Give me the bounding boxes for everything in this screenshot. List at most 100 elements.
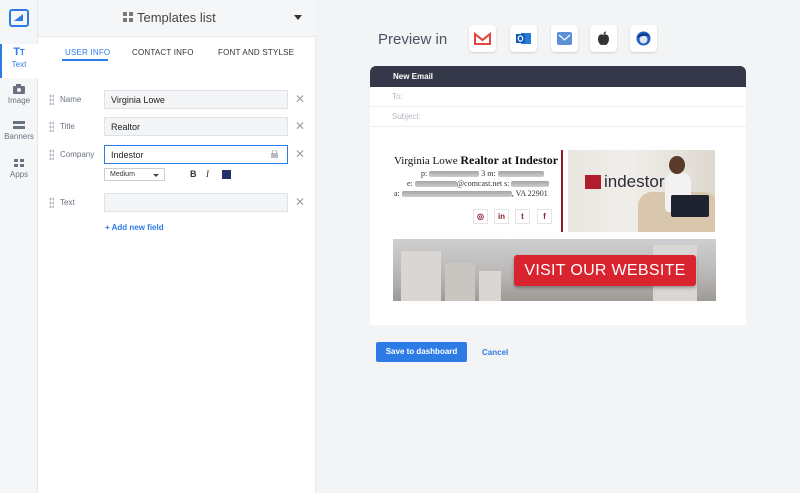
signature-title: Realtor at Indestor — [460, 153, 559, 167]
building-graphic — [479, 271, 501, 301]
rail-item-label: Banners — [4, 132, 34, 141]
drag-handle-icon[interactable] — [49, 94, 54, 105]
field-label: Title — [60, 122, 75, 131]
client-gmail[interactable] — [469, 25, 496, 52]
text-input[interactable] — [104, 193, 288, 212]
name-input[interactable] — [104, 90, 288, 109]
redacted-text — [511, 181, 550, 188]
rail-item-label: Apps — [9, 170, 29, 179]
close-icon[interactable]: ✕ — [295, 120, 305, 132]
rail-item-image[interactable]: Image — [0, 80, 38, 114]
visit-website-button[interactable]: VISIT OUR WEBSITE — [514, 255, 696, 286]
signature-divider — [561, 150, 563, 232]
rail-item-apps[interactable]: Apps — [0, 154, 38, 188]
client-outlook[interactable] — [510, 25, 537, 52]
signature-name: Virginia Lowe — [394, 155, 458, 167]
tab-font-and-style[interactable]: FONT AND STYLSE — [218, 48, 294, 57]
rail-item-label: Image — [7, 96, 31, 105]
italic-button[interactable]: I — [206, 169, 209, 179]
rail-item-text[interactable]: TT Text — [0, 44, 38, 78]
email-domain: @comcast.net s: — [456, 179, 510, 188]
client-thunderbird[interactable] — [630, 25, 657, 52]
camera-icon — [13, 84, 25, 94]
company-input[interactable] — [104, 145, 288, 164]
drag-handle-icon[interactable] — [49, 121, 54, 132]
drag-handle-icon[interactable] — [49, 197, 54, 208]
client-apple-mail[interactable] — [551, 25, 578, 52]
apps-icon — [14, 159, 24, 167]
website-banner[interactable]: VISIT OUR WEBSITE — [393, 239, 716, 301]
tab-underline — [62, 59, 108, 61]
grid-icon — [123, 12, 133, 22]
phone-prefix: p: — [421, 169, 428, 178]
signature-phone: p: 3 m: — [421, 169, 544, 178]
tab-user-info[interactable]: USER INFO — [65, 48, 110, 57]
format-toolbar: Medium B I — [104, 168, 304, 182]
outlook-icon — [516, 33, 531, 44]
redacted-text — [401, 191, 512, 198]
thunderbird-icon — [636, 31, 651, 46]
email-titlebar: New Email — [370, 66, 746, 87]
email-prefix: e: — [407, 179, 413, 188]
field-label: Text — [60, 198, 75, 207]
to-label: To: — [392, 92, 403, 101]
app: TT Text Image Banners Apps Templates lis… — [0, 0, 800, 493]
facebook-icon[interactable]: f — [537, 209, 552, 224]
color-swatch[interactable] — [222, 170, 231, 179]
twitter-icon[interactable]: t — [515, 209, 530, 224]
brand-photo: indestor — [568, 150, 715, 232]
preview-title: Preview in — [378, 31, 448, 48]
instagram-icon[interactable]: ◎ — [473, 209, 488, 224]
linkedin-icon[interactable]: in — [494, 209, 509, 224]
editor-panel: Templates list USER INFO CONTACT INFO FO… — [38, 0, 316, 493]
subject-label: Subject: — [392, 112, 421, 121]
address-suffix: , VA 22901 — [511, 189, 548, 198]
apple-mail-icon — [557, 32, 572, 45]
brand-name: indestor — [604, 172, 665, 191]
field-row-title: Title ✕ — [38, 117, 316, 137]
close-icon[interactable]: ✕ — [295, 148, 305, 160]
email-title: New Email — [393, 72, 434, 81]
templates-title: Templates list — [137, 10, 216, 25]
field-row-name: Name ✕ — [38, 90, 316, 110]
lock-icon[interactable] — [271, 150, 278, 158]
gmail-icon — [474, 31, 491, 45]
field-row-text: Text ✕ — [38, 193, 316, 213]
apple-icon — [598, 31, 609, 46]
laptop-graphic — [671, 195, 709, 217]
client-apple[interactable] — [590, 25, 617, 52]
app-logo-icon[interactable] — [9, 9, 29, 27]
brand-logo: indestor — [585, 172, 664, 192]
close-icon[interactable]: ✕ — [295, 196, 305, 208]
rail-item-banners[interactable]: Banners — [0, 116, 38, 150]
signature-email: e: @comcast.net s: — [407, 179, 550, 188]
subject-row: Subject: — [370, 107, 746, 127]
field-label: Name — [60, 95, 82, 104]
tool-rail: TT Text Image Banners Apps — [0, 0, 38, 493]
banners-icon — [13, 121, 25, 129]
building-graphic — [401, 251, 441, 301]
redacted-text — [497, 171, 544, 178]
building-graphic — [445, 263, 475, 301]
chevron-down-icon — [294, 15, 302, 20]
signature-address: a: , VA 22901 — [394, 189, 548, 198]
templates-dropdown[interactable]: Templates list — [38, 0, 316, 37]
drag-handle-icon[interactable] — [49, 149, 54, 160]
title-input[interactable] — [104, 117, 288, 136]
save-to-dashboard-button[interactable]: Save to dashboard — [376, 342, 467, 362]
cancel-button[interactable]: Cancel — [482, 348, 508, 357]
field-row-company: Company ✕ — [38, 145, 316, 165]
add-new-field-button[interactable]: + Add new field — [105, 223, 164, 232]
brand-logo-icon — [585, 175, 601, 189]
font-size-select[interactable]: Medium — [104, 168, 165, 181]
address-prefix: a: — [394, 189, 400, 198]
bold-button[interactable]: B — [190, 169, 197, 179]
tab-contact-info[interactable]: CONTACT INFO — [132, 48, 194, 57]
text-icon: TT — [13, 46, 25, 58]
chevron-down-icon — [153, 174, 159, 177]
close-icon[interactable]: ✕ — [295, 93, 305, 105]
rail-item-label: Text — [11, 60, 27, 69]
signature-name-line: Virginia Lowe Realtor at Indestor — [394, 153, 558, 168]
redacted-text — [414, 181, 457, 188]
font-size-value: Medium — [110, 171, 135, 178]
